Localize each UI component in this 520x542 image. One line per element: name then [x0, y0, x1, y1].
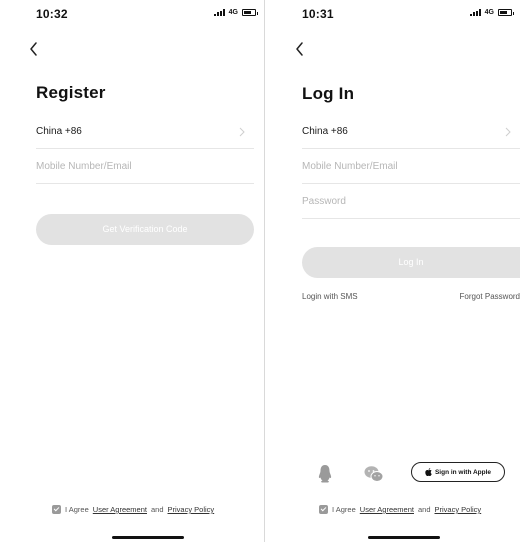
home-indicator	[112, 536, 184, 539]
password-placeholder: Password	[302, 196, 346, 207]
contact-placeholder: Mobile Number/Email	[302, 161, 398, 172]
login-with-sms-link[interactable]: Login with SMS	[302, 292, 358, 301]
wechat-icon[interactable]	[363, 463, 385, 485]
login-screen: 10:31 4G Log In China +86 Mobile Number/…	[264, 0, 520, 542]
apple-icon	[425, 468, 432, 476]
agreement-row: I Agree User Agreement and Privacy Polic…	[319, 505, 481, 514]
country-code: China +86	[36, 126, 82, 137]
system-icons: 4G	[469, 9, 514, 16]
status-bar: 10:32 4G	[0, 0, 260, 30]
country-selector[interactable]: China +86	[36, 115, 254, 149]
status-bar: 10:31 4G	[265, 0, 520, 30]
apple-button-label: Sign in with Apple	[434, 468, 492, 476]
page-title: Log In	[302, 84, 355, 103]
status-time: 10:31	[302, 7, 334, 21]
country-selector[interactable]: China +86	[302, 115, 520, 149]
contact-input[interactable]: Mobile Number/Email	[302, 150, 520, 184]
agree-checkbox[interactable]	[52, 505, 61, 514]
agree-checkbox[interactable]	[319, 505, 328, 514]
agree-prefix: I Agree	[65, 505, 89, 514]
user-agreement-link[interactable]: User Agreement	[360, 505, 414, 514]
user-agreement-link[interactable]: User Agreement	[93, 505, 147, 514]
password-input[interactable]: Password	[302, 185, 520, 219]
forgot-password-link[interactable]: Forgot Password	[460, 292, 520, 301]
contact-placeholder: Mobile Number/Email	[36, 161, 132, 172]
register-screen: 10:32 4G Register China +86 Mobile Numbe…	[0, 0, 260, 542]
battery-icon	[498, 9, 514, 16]
signal-icon	[213, 9, 225, 16]
privacy-policy-link[interactable]: Privacy Policy	[435, 505, 482, 514]
back-arrow-icon[interactable]	[294, 40, 310, 58]
qq-icon[interactable]	[317, 463, 333, 485]
get-verification-code-button[interactable]: Get Verification Code	[36, 214, 254, 245]
agree-prefix: I Agree	[332, 505, 356, 514]
agree-and: and	[150, 505, 164, 514]
battery-icon	[242, 9, 258, 16]
chevron-right-icon	[505, 127, 511, 137]
agree-and: and	[417, 505, 431, 514]
network-type: 4G	[484, 9, 494, 16]
chevron-right-icon	[239, 127, 245, 137]
system-icons: 4G	[213, 9, 258, 16]
log-in-button[interactable]: Log In	[302, 247, 520, 278]
back-arrow-icon[interactable]	[28, 40, 44, 58]
agreement-row: I Agree User Agreement and Privacy Polic…	[52, 505, 214, 514]
home-indicator	[368, 536, 440, 539]
country-code: China +86	[302, 126, 348, 137]
signal-icon	[469, 9, 481, 16]
privacy-policy-link[interactable]: Privacy Policy	[168, 505, 215, 514]
contact-input[interactable]: Mobile Number/Email	[36, 150, 254, 184]
network-type: 4G	[228, 9, 238, 16]
status-time: 10:32	[36, 7, 68, 21]
sign-in-with-apple-button[interactable]: Sign in with Apple	[411, 462, 505, 482]
page-title: Register	[36, 83, 106, 102]
